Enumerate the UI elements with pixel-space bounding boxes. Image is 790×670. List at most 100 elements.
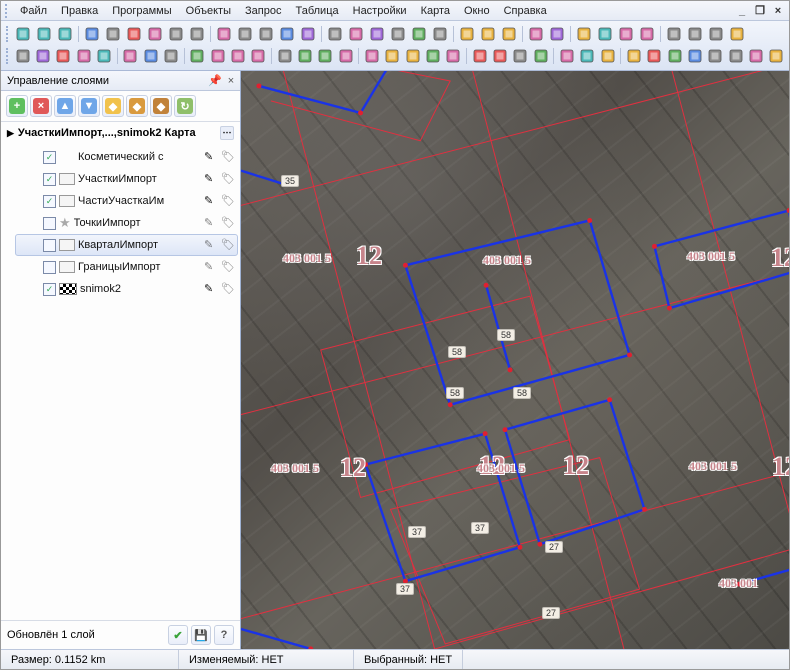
toolbar-button[interactable] (637, 24, 657, 44)
panel-close-icon[interactable]: × (224, 74, 238, 88)
toolbar-button[interactable] (624, 46, 643, 66)
toolbar-button[interactable] (214, 24, 234, 44)
menu-таблица[interactable]: Таблица (288, 3, 345, 19)
toolbar-button[interactable] (511, 46, 530, 66)
layer-editable-icon[interactable]: ✎ (204, 150, 218, 164)
toolbar-button[interactable] (490, 46, 509, 66)
layer-visibility-checkbox[interactable]: ✓ (43, 151, 56, 164)
layer-editable-icon[interactable]: ✎ (204, 194, 218, 208)
toolbar-button[interactable] (726, 46, 745, 66)
menubar-grip[interactable] (5, 4, 9, 18)
layer-row[interactable]: ✓ ЧастиУчасткаИм ✎ 🏷 (15, 190, 238, 212)
toolbar-button[interactable] (208, 46, 227, 66)
toolbar-button[interactable] (367, 24, 387, 44)
layer-editable-icon[interactable]: ✎ (204, 260, 218, 274)
layer-editable-icon[interactable]: ✎ (204, 282, 218, 296)
menu-запрос[interactable]: Запрос (238, 3, 288, 19)
layer-label-icon[interactable]: 🏷 (221, 238, 235, 252)
toolbar-button[interactable] (598, 46, 617, 66)
toolbar-button[interactable] (388, 24, 408, 44)
menu-правка[interactable]: Правка (54, 3, 105, 19)
toolbar-button[interactable] (34, 24, 54, 44)
toolbar-button[interactable] (124, 24, 144, 44)
layer-row[interactable]: ✓ snimok2 ✎ 🏷 (15, 278, 238, 300)
toolbar-button[interactable] (531, 46, 550, 66)
toolbar-button[interactable] (616, 24, 636, 44)
toolbar-button[interactable] (295, 46, 314, 66)
toolbar-button[interactable] (403, 46, 422, 66)
toolbar-button[interactable] (316, 46, 335, 66)
toolbar-button[interactable] (470, 46, 489, 66)
toolbar-button[interactable] (499, 24, 519, 44)
toolbar-button[interactable] (145, 24, 165, 44)
layer-row[interactable]: ★ ТочкиИмпорт ✎ 🏷 (15, 212, 238, 234)
menu-файл[interactable]: Файл (13, 3, 54, 19)
toolbar-button[interactable] (103, 24, 123, 44)
toolbar-button[interactable] (55, 24, 75, 44)
layer-label-icon[interactable]: 🏷 (221, 260, 235, 274)
layer-props-a-button[interactable]: ◆ (102, 95, 124, 117)
layer-editable-icon[interactable]: ✎ (204, 172, 218, 186)
toolbar-button[interactable] (298, 24, 318, 44)
toolbar-button[interactable] (664, 24, 684, 44)
toolbar-button[interactable] (595, 24, 615, 44)
toolbar-grip[interactable] (6, 48, 10, 64)
menu-настройки[interactable]: Настройки (346, 3, 414, 19)
toolbar-button[interactable] (187, 24, 207, 44)
menu-объекты[interactable]: Объекты (179, 3, 238, 19)
toolbar-button[interactable] (767, 46, 786, 66)
toolbar-button[interactable] (423, 46, 442, 66)
window-minimize-button[interactable]: _ (735, 5, 749, 17)
toolbar-button[interactable] (166, 24, 186, 44)
window-restore-button[interactable]: ❐ (753, 4, 767, 17)
toolbar-button[interactable] (188, 46, 207, 66)
toolbar-button[interactable] (94, 46, 113, 66)
toolbar-button[interactable] (13, 46, 32, 66)
menu-карта[interactable]: Карта (414, 3, 457, 19)
layer-row[interactable]: КварталИмпорт ✎ 🏷 (15, 234, 238, 256)
layer-group-header[interactable]: ▶ УчасткиИмпорт,...,snimok2 Карта ⋯ (1, 122, 240, 144)
toolbar-button[interactable] (235, 24, 255, 44)
toolbar-button[interactable] (141, 46, 160, 66)
toolbar-button[interactable] (457, 24, 477, 44)
toolbar-button[interactable] (706, 46, 725, 66)
toolbar-button[interactable] (325, 24, 345, 44)
layer-visibility-checkbox[interactable] (43, 217, 56, 230)
menu-окно[interactable]: Окно (457, 3, 497, 19)
toolbar-button[interactable] (409, 24, 429, 44)
layer-visibility-checkbox[interactable]: ✓ (43, 283, 56, 296)
expand-collapse-icon[interactable]: ▶ (7, 128, 14, 139)
layer-editable-icon[interactable]: ✎ (204, 216, 218, 230)
add-layer-button[interactable]: + (6, 95, 28, 117)
layer-row[interactable]: ✓ Косметический с ✎ 🏷 (15, 146, 238, 168)
layer-visibility-checkbox[interactable]: ✓ (43, 195, 56, 208)
toolbar-button[interactable] (727, 24, 747, 44)
layer-group-options-icon[interactable]: ⋯ (220, 126, 234, 140)
toolbar-button[interactable] (74, 46, 93, 66)
toolbar-button[interactable] (13, 24, 33, 44)
toolbar-button[interactable] (121, 46, 140, 66)
layer-visibility-checkbox[interactable]: ✓ (43, 173, 56, 186)
apply-button[interactable]: ✔ (168, 625, 188, 645)
toolbar-button[interactable] (685, 46, 704, 66)
layer-props-b-button[interactable]: ◆ (126, 95, 148, 117)
move-up-button[interactable]: ▲ (54, 95, 76, 117)
toolbar-button[interactable] (685, 24, 705, 44)
window-close-button[interactable]: × (771, 5, 785, 17)
toolbar-button[interactable] (444, 46, 463, 66)
toolbar-button[interactable] (578, 46, 597, 66)
save-button[interactable]: 💾 (191, 625, 211, 645)
panel-pin-icon[interactable]: 📌 (208, 74, 222, 88)
toolbar-button[interactable] (557, 46, 576, 66)
toolbar-button[interactable] (526, 24, 546, 44)
toolbar-button[interactable] (256, 24, 276, 44)
layer-row[interactable]: ✓ УчасткиИмпорт ✎ 🏷 (15, 168, 238, 190)
layer-label-icon[interactable]: 🏷 (221, 216, 235, 230)
toolbar-button[interactable] (249, 46, 268, 66)
toolbar-button[interactable] (336, 46, 355, 66)
toolbar-button[interactable] (161, 46, 180, 66)
toolbar-button[interactable] (346, 24, 366, 44)
toolbar-button[interactable] (383, 46, 402, 66)
layer-label-icon[interactable]: 🏷 (221, 150, 235, 164)
layer-visibility-checkbox[interactable] (43, 261, 56, 274)
